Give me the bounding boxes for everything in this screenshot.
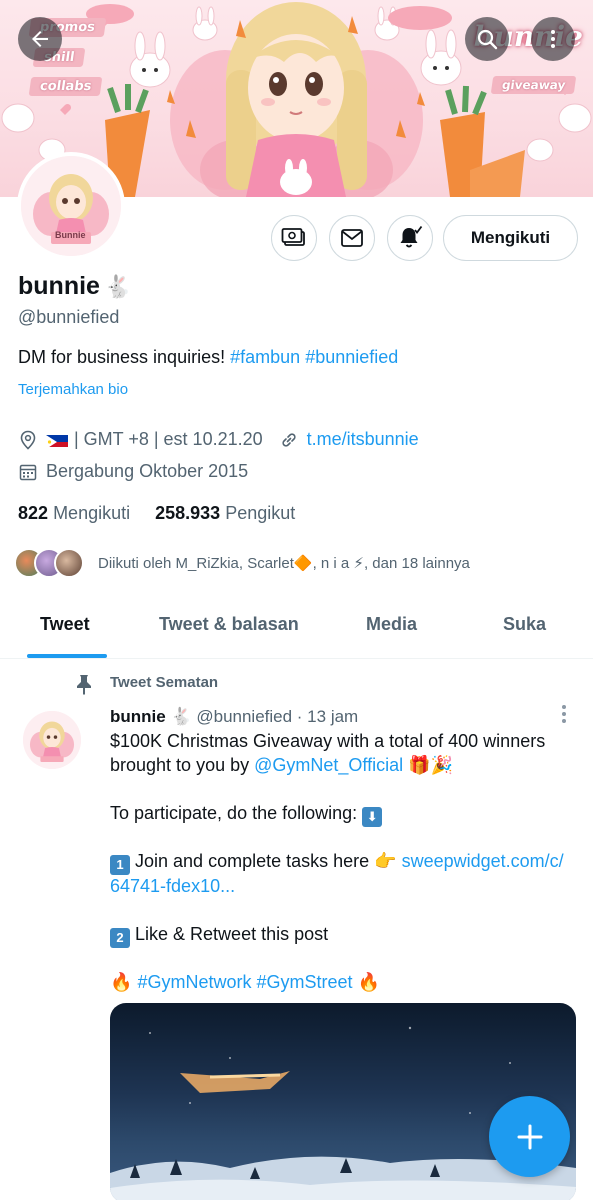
tips-button[interactable]	[271, 215, 317, 261]
tab-likes[interactable]: Suka	[503, 614, 546, 635]
rabbit-emoji-icon: 🐇	[170, 707, 192, 726]
active-tab-indicator	[27, 654, 107, 658]
tweet-text: brought to you by	[110, 755, 250, 775]
money-icon	[281, 228, 305, 246]
profile-joined-row: Bergabung Oktober 2015	[18, 461, 248, 482]
bio-text: DM for business inquiries!	[18, 347, 226, 367]
down-arrow-emoji-icon: ⬇	[362, 807, 383, 827]
profile-website-link[interactable]: t.me/itsbunnie	[307, 429, 419, 450]
tweet-url-link[interactable]: sweepwidget.com/c/	[402, 851, 564, 871]
keycap-one-emoji-icon: 1	[110, 855, 130, 875]
rabbit-emoji-icon: 🐇	[103, 274, 132, 299]
mention-link[interactable]: @GymNet_Official	[254, 755, 403, 775]
tweet-text-line: 64741-fdex10...	[110, 876, 235, 897]
compose-tweet-button[interactable]	[489, 1096, 570, 1177]
tweet-avatar-illustration	[23, 711, 81, 769]
profile-joined-text: Bergabung Oktober 2015	[46, 461, 249, 481]
back-arrow-icon	[32, 31, 48, 47]
message-button[interactable]	[329, 215, 375, 261]
tweet-text-line: 1 Join and complete tasks here 👉 sweepwi…	[110, 851, 564, 875]
tweet-more-icon[interactable]	[560, 703, 568, 725]
profile-tabs: Tweet Tweet & balasan Media Suka	[0, 600, 593, 659]
more-vertical-icon	[551, 30, 555, 48]
tweet-header: bunnie 🐇 @bunniefied · 13 jam	[110, 707, 358, 727]
following-button[interactable]: Mengikuti	[443, 215, 578, 261]
tweet-text-line: 🔥 #GymNetwork #GymStreet 🔥	[110, 972, 380, 993]
translate-bio-link[interactable]: Terjemahkan bio	[18, 381, 128, 398]
bell-check-icon	[400, 225, 423, 248]
tweet-avatar[interactable]	[23, 711, 81, 769]
followed-by-row[interactable]: Diikuti oleh M_RiZkia, Scarlet🔶, n i a ⚡…	[14, 548, 470, 578]
location-pin-icon	[18, 430, 38, 450]
tweet-text-line: To participate, do the following: ⬇	[110, 803, 383, 827]
notifications-button[interactable]	[387, 215, 433, 261]
banner-tag-collabs: collabs	[28, 77, 103, 96]
profile-location-text: | GMT +8 | est 10.21.20	[74, 429, 263, 449]
keycap-two-emoji-icon: 2	[110, 928, 130, 948]
envelope-icon	[341, 229, 363, 247]
search-button[interactable]	[465, 17, 509, 61]
tab-media[interactable]: Media	[366, 614, 417, 635]
avatar	[54, 548, 84, 578]
search-icon	[477, 29, 498, 50]
tweet-text: Like & Retweet this post	[135, 924, 329, 944]
tab-tweet[interactable]: Tweet	[40, 614, 90, 635]
more-options-button[interactable]	[531, 17, 575, 61]
tweet-url-link-continued[interactable]: 64741-fdex10...	[110, 876, 235, 896]
followers-label: Pengikut	[225, 503, 296, 523]
tweet-author-name[interactable]: bunnie	[110, 707, 166, 726]
following-count: 822	[18, 503, 49, 523]
tweet-meta: @bunniefied · 13 jam	[196, 707, 359, 726]
fire-emoji-icon: 🔥	[357, 972, 380, 992]
display-name: bunnie 🐇	[18, 272, 131, 301]
tweet-text-line: 2 Like & Retweet this post	[110, 924, 328, 948]
followed-by-text: Diikuti oleh M_RiZkia, Scarlet🔶, n i a ⚡…	[98, 555, 470, 572]
tweet-hashtags[interactable]: #GymNetwork #GymStreet	[137, 972, 352, 992]
back-button[interactable]	[18, 17, 62, 61]
followers-count: 258.933	[155, 503, 221, 523]
tweet-text: Join and complete tasks here 👉	[135, 851, 397, 871]
followers-stat[interactable]: 258.933 Pengikut	[155, 503, 295, 523]
tweet-text: To participate, do the following:	[110, 803, 358, 823]
philippines-flag-icon	[46, 433, 68, 447]
banner-tag-giveaway: giveaway	[490, 76, 577, 94]
media-video-frame	[110, 1026, 576, 1200]
tab-tweet-replies[interactable]: Tweet & balasan	[159, 614, 299, 635]
link-icon	[279, 430, 299, 450]
display-name-text: bunnie	[18, 272, 100, 300]
profile-stats: 822 Mengikuti 258.933 Pengikut	[18, 503, 295, 524]
avatar-illustration	[21, 156, 121, 256]
following-label: Mengikuti	[53, 503, 131, 523]
tweet-text-line: brought to you by @GymNet_Official 🎁🎉	[110, 755, 453, 776]
fire-emoji-icon: 🔥	[110, 972, 133, 992]
gift-party-emoji-icon: 🎁🎉	[408, 755, 453, 775]
bio-hashtag-bunniefied[interactable]: #bunniefied	[305, 347, 398, 367]
avatar-label: Bunnie	[55, 230, 86, 240]
plus-icon	[517, 1124, 542, 1149]
calendar-icon	[18, 462, 38, 482]
pin-icon	[77, 675, 91, 695]
profile-location-row: | GMT +8 | est 10.21.20 t.me/itsbunnie	[18, 429, 419, 450]
bio-hashtag-fambun[interactable]: #fambun	[230, 347, 300, 367]
tweet-media[interactable]	[110, 1003, 576, 1200]
following-stat[interactable]: 822 Mengikuti	[18, 503, 130, 523]
profile-handle: @bunniefied	[18, 307, 120, 327]
profile-avatar[interactable]: Bunnie	[17, 152, 125, 260]
profile-bio: DM for business inquiries! #fambun #bunn…	[18, 347, 398, 368]
pinned-label: Tweet Sematan	[110, 674, 219, 691]
tweet-text-line: $100K Christmas Giveaway with a total of…	[110, 731, 546, 751]
